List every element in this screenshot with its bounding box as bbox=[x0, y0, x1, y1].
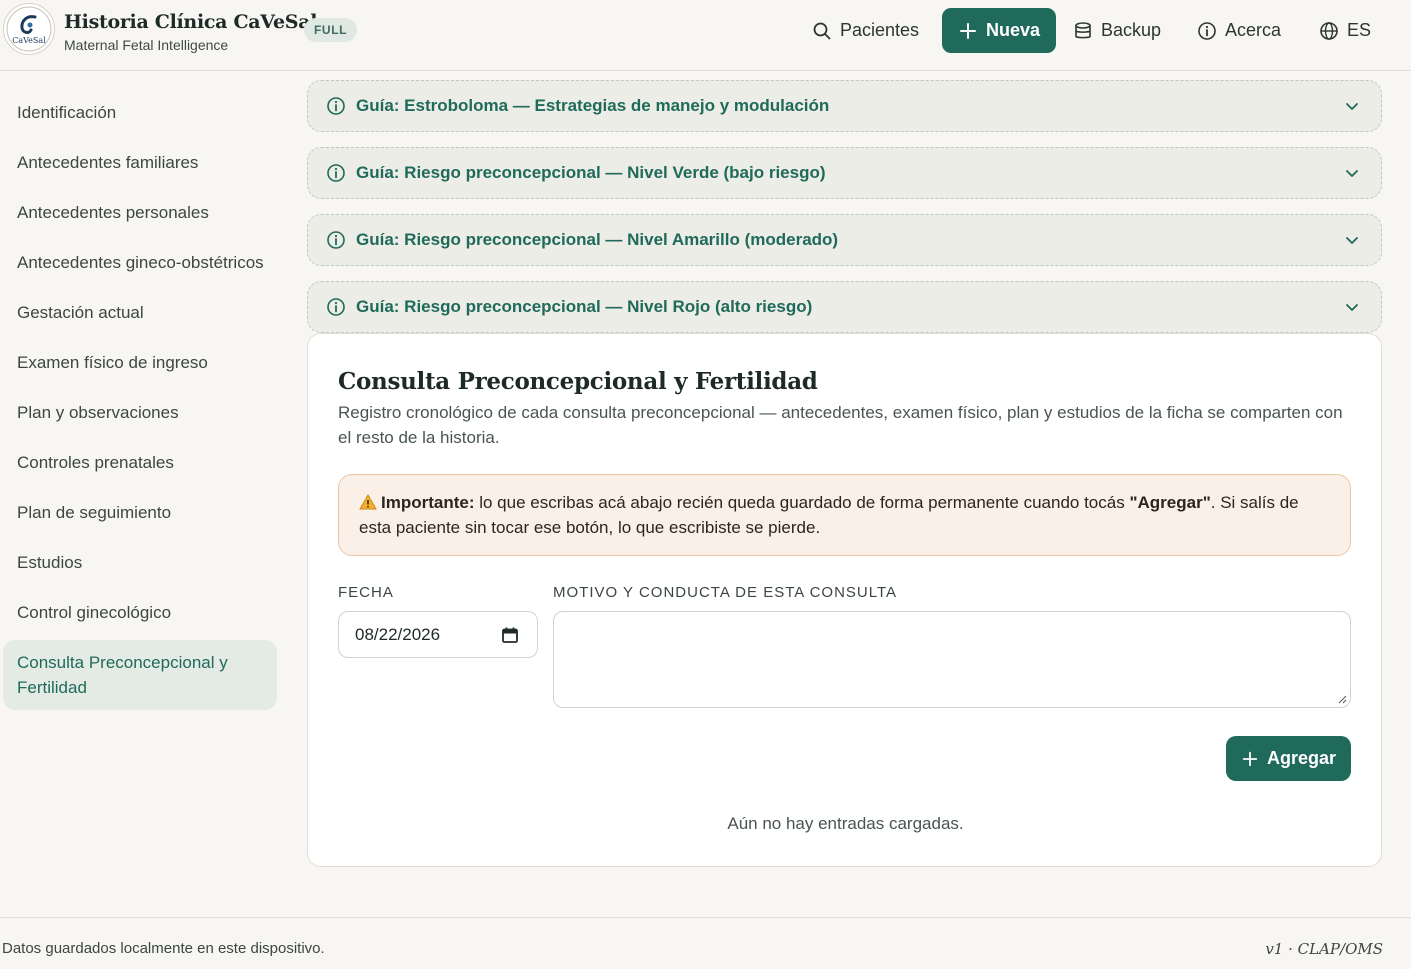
guide-label: Guía: Estroboloma — Estrategias de manej… bbox=[356, 96, 830, 115]
app-header: CaVeSal Historia Clínica CaVeSal Materna… bbox=[0, 0, 1411, 71]
sidebar-item-controles-prenatales[interactable]: Controles prenatales bbox=[3, 450, 277, 475]
date-label: FECHA bbox=[338, 584, 394, 601]
app-footer: Datos guardados localmente en este dispo… bbox=[0, 917, 1411, 969]
database-icon bbox=[1075, 21, 1091, 38]
resize-grip-icon[interactable] bbox=[1337, 694, 1347, 704]
chevron-down-icon bbox=[1346, 304, 1358, 311]
guide-accordion-nivel-verde[interactable]: Guía: Riesgo preconcepcional — Nivel Ver… bbox=[307, 147, 1382, 199]
sidebar-item-control-ginecologico[interactable]: Control ginecológico bbox=[3, 600, 277, 625]
backup-nav-label: Backup bbox=[1101, 20, 1162, 40]
backup-nav-button[interactable]: Backup bbox=[1073, 8, 1161, 53]
warning-strong: Importante: bbox=[381, 493, 475, 512]
patients-nav-button[interactable]: Pacientes bbox=[812, 8, 919, 53]
sidebar-item-plan-observaciones[interactable]: Plan y observaciones bbox=[3, 400, 277, 425]
info-icon bbox=[1198, 21, 1216, 40]
brand-subtitle: Maternal Fetal Intelligence bbox=[64, 37, 229, 53]
about-nav-button[interactable]: Acerca bbox=[1197, 8, 1281, 53]
search-icon bbox=[813, 22, 831, 39]
chevron-down-icon bbox=[1346, 170, 1358, 177]
sidebar-item-examen-fisico[interactable]: Examen físico de ingreso bbox=[3, 350, 277, 375]
svg-text:CaVeSal: CaVeSal bbox=[12, 36, 46, 45]
about-nav-label: Acerca bbox=[1225, 20, 1282, 40]
info-icon bbox=[327, 97, 345, 115]
new-patient-label: Nueva bbox=[986, 20, 1041, 40]
guide-label: Guía: Riesgo preconcepcional — Nivel Ama… bbox=[356, 230, 839, 249]
card-title: Consulta Preconcepcional y Fertilidad bbox=[338, 368, 818, 395]
sidebar-item-consulta-preconcepcional[interactable]: Consulta Preconcepcional y Fertilidad bbox=[3, 640, 277, 710]
reason-textarea[interactable] bbox=[553, 611, 1351, 708]
sidebar-item-antecedentes-familiares[interactable]: Antecedentes familiares bbox=[3, 150, 277, 175]
plus-icon bbox=[1242, 751, 1258, 766]
date-field[interactable]: 08/22/2026 bbox=[338, 611, 538, 658]
cavesal-logo-icon: CaVeSal bbox=[6, 6, 52, 52]
add-entry-label: Agregar bbox=[1266, 748, 1337, 768]
guide-accordion-estroboloma[interactable]: Guía: Estroboloma — Estrategias de manej… bbox=[307, 80, 1382, 132]
warning-icon bbox=[359, 493, 377, 510]
info-icon bbox=[327, 164, 345, 182]
footer-version: v1 · CLAP/OMS bbox=[1265, 940, 1383, 958]
guide-label: Guía: Riesgo preconcepcional — Nivel Ver… bbox=[356, 163, 826, 182]
sidebar-item-antecedentes-gineco-obstetricos[interactable]: Antecedentes gineco-obstétricos bbox=[3, 250, 303, 275]
card-description: Registro cronológico de cada consulta pr… bbox=[338, 403, 1343, 447]
calendar-icon[interactable] bbox=[501, 626, 519, 644]
warning-text-before: lo que escribas acá abajo recién queda g… bbox=[474, 493, 1130, 512]
add-entry-button[interactable]: Agregar bbox=[1226, 736, 1351, 781]
plus-icon bbox=[960, 22, 976, 39]
language-nav-label: ES bbox=[1347, 20, 1372, 40]
sidebar-item-identificacion[interactable]: Identificación bbox=[3, 100, 277, 125]
guide-label: Guía: Riesgo preconcepcional — Nivel Roj… bbox=[356, 297, 813, 316]
warning-banner: Importante: lo que escribas acá abajo re… bbox=[338, 474, 1351, 556]
info-icon bbox=[327, 231, 345, 249]
chevron-down-icon bbox=[1346, 103, 1358, 110]
reason-label: MOTIVO Y CONDUCTA DE ESTA CONSULTA bbox=[553, 584, 898, 601]
date-value: 08/22/2026 bbox=[355, 624, 441, 644]
language-nav-button[interactable]: ES bbox=[1319, 8, 1371, 53]
sidebar-item-estudios[interactable]: Estudios bbox=[3, 550, 277, 575]
new-patient-button[interactable]: Nueva bbox=[942, 8, 1057, 53]
empty-state-text: Aún no hay entradas cargadas. bbox=[727, 814, 964, 833]
consulta-card: Consulta Preconcepcional y Fertilidad Re… bbox=[307, 333, 1382, 867]
app-logo[interactable]: CaVeSal bbox=[3, 3, 55, 55]
sidebar-item-antecedentes-personales[interactable]: Antecedentes personales bbox=[3, 200, 277, 225]
chevron-down-icon bbox=[1346, 237, 1358, 244]
globe-icon bbox=[1320, 21, 1338, 40]
sidebar-item-gestacion-actual[interactable]: Gestación actual bbox=[3, 300, 277, 325]
footer-storage-note: Datos guardados localmente en este dispo… bbox=[2, 940, 325, 957]
plan-badge: FULL bbox=[304, 18, 358, 42]
warning-highlight: "Agregar" bbox=[1129, 493, 1211, 512]
patients-nav-label: Pacientes bbox=[840, 20, 920, 40]
sidebar-item-plan-seguimiento[interactable]: Plan de seguimiento bbox=[3, 500, 277, 525]
info-icon bbox=[327, 298, 345, 316]
brand-title: Historia Clínica CaVeSal bbox=[64, 11, 318, 33]
guide-accordion-nivel-amarillo[interactable]: Guía: Riesgo preconcepcional — Nivel Ama… bbox=[307, 214, 1382, 266]
guide-accordion-nivel-rojo[interactable]: Guía: Riesgo preconcepcional — Nivel Roj… bbox=[307, 281, 1382, 333]
